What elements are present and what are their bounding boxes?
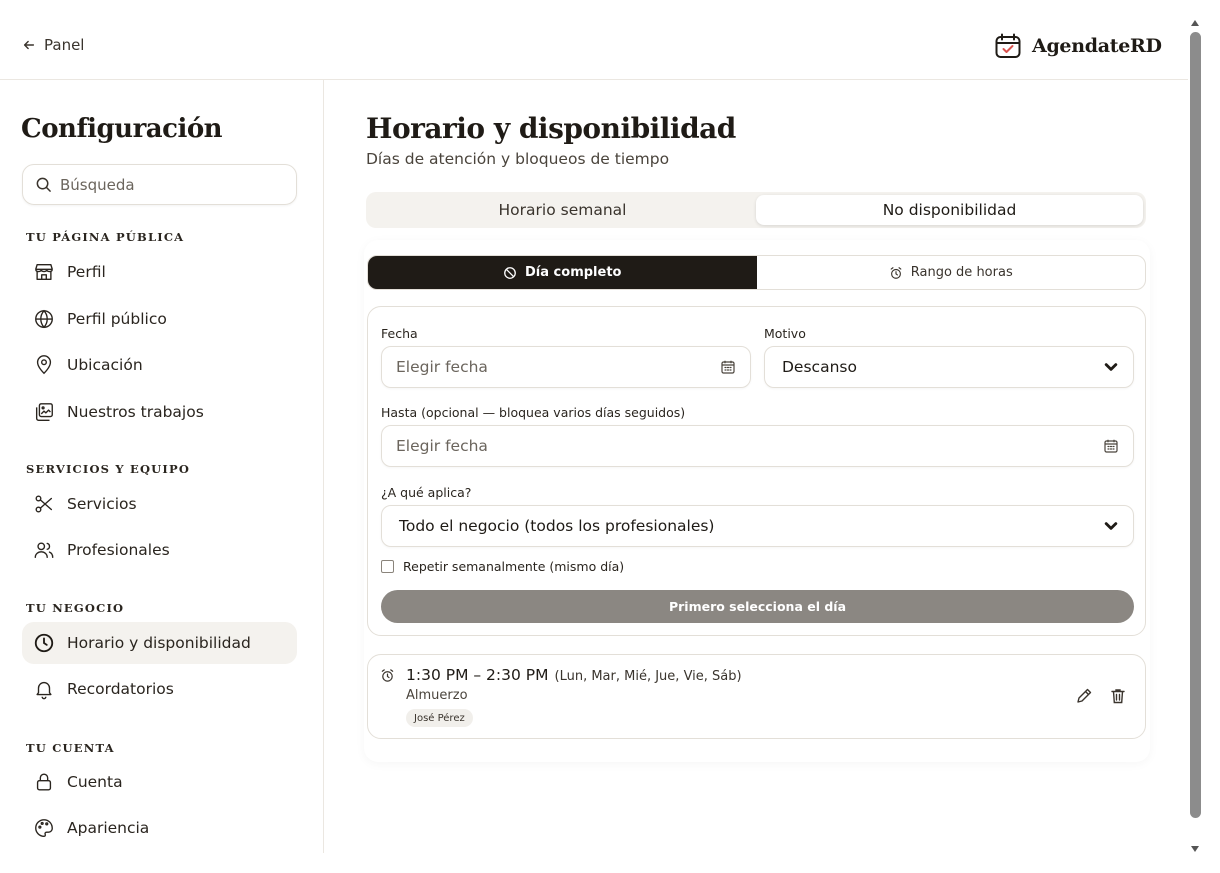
applies-label: ¿A qué aplica? (381, 485, 472, 500)
until-label: Hasta (opcional — bloquea varios días se… (381, 405, 686, 420)
store-icon (35, 263, 53, 281)
repeat-weekly-row[interactable]: Repetir semanalmente (mismo día) (381, 559, 624, 574)
top-bar: Panel AgendateRD (0, 0, 1188, 80)
map-pin-icon (36, 355, 52, 375)
sidebar-item-nuestros-trabajos[interactable]: Nuestros trabajos (22, 391, 297, 433)
brand-logo[interactable]: AgendateRD (994, 32, 1162, 60)
alarm-icon (890, 266, 902, 279)
sidebar-item-perfil[interactable]: Perfil (22, 251, 297, 293)
entry-time: 1:30 PM – 2:30 PM (406, 666, 549, 684)
mode-label: Día completo (525, 265, 622, 280)
bell-icon (36, 681, 52, 700)
tab-no-disponibilidad[interactable]: No disponibilidad (756, 195, 1143, 225)
entry-time-range: 1:30 PM – 2:30 PM (Lun, Mar, Mié, Jue, V… (406, 666, 742, 684)
entry-reason: Almuerzo (406, 688, 468, 703)
back-label: Panel (44, 36, 85, 54)
search-input[interactable] (60, 175, 280, 194)
tab-horario-semanal[interactable]: Horario semanal (369, 195, 756, 225)
ban-icon (504, 266, 516, 279)
section-label-business: Tu negocio (26, 601, 125, 615)
scissors-icon (35, 495, 53, 513)
section-label-services: Servicios y equipo (26, 462, 191, 476)
calendar-icon (1104, 439, 1118, 453)
search-icon (36, 177, 51, 192)
page-subtitle: Días de atención y bloqueos de tiempo (366, 150, 670, 168)
sidebar-item-label: Perfil (67, 263, 106, 281)
brand-name: AgendateRD (1032, 35, 1162, 57)
sidebar-item-label: Servicios (67, 495, 137, 513)
users-icon (34, 542, 54, 559)
block-mode-toggle: Día completo Rango de horas (367, 255, 1146, 290)
sidebar-item-label: Horario y disponibilidad (67, 634, 251, 652)
edit-pencil-icon[interactable] (1075, 687, 1093, 705)
applies-value: Todo el negocio (todos los profesionales… (399, 517, 715, 535)
submit-block-button[interactable]: Primero selecciona el día (381, 590, 1134, 623)
tab-bar: Horario semanal No disponibilidad (366, 192, 1146, 228)
clock-icon (34, 633, 54, 653)
settings-sidebar: Configuración Tu página pública Perfil P… (0, 80, 324, 853)
sidebar-item-label: Apariencia (67, 819, 150, 837)
applies-select[interactable]: Todo el negocio (todos los profesionales… (381, 505, 1134, 547)
mode-full-day-button[interactable]: Día completo (368, 256, 757, 289)
sidebar-title: Configuración (21, 114, 223, 144)
date-field[interactable]: Elegir fecha (381, 346, 751, 388)
date-placeholder: Elegir fecha (396, 358, 488, 376)
calendar-icon (721, 360, 735, 374)
trash-icon[interactable] (1109, 687, 1127, 705)
entry-days: (Lun, Mar, Mié, Jue, Vie, Sáb) (554, 669, 742, 684)
page-title: Horario y disponibilidad (366, 112, 736, 145)
sidebar-item-label: Ubicación (67, 356, 143, 374)
scrollbar-thumb[interactable] (1190, 32, 1201, 818)
sidebar-item-label: Nuestros trabajos (67, 403, 204, 421)
chevron-down-icon (1104, 363, 1118, 371)
sidebar-item-profesionales[interactable]: Profesionales (22, 529, 297, 571)
reason-value: Descanso (782, 358, 857, 376)
gallery-icon (35, 403, 53, 421)
sidebar-item-recordatorios[interactable]: Recordatorios (22, 668, 297, 710)
repeat-weekly-label: Repetir semanalmente (mismo día) (403, 559, 625, 574)
lock-icon (36, 773, 52, 791)
sidebar-item-label: Profesionales (67, 541, 170, 559)
sidebar-item-label: Cuenta (67, 773, 123, 791)
repeat-weekly-checkbox[interactable] (381, 560, 394, 573)
sidebar-item-label: Perfil público (67, 310, 167, 328)
section-label-account: Tu cuenta (26, 741, 115, 755)
entry-actions (1075, 687, 1127, 705)
date-label: Fecha (381, 326, 418, 341)
scroll-up-arrow[interactable] (1191, 20, 1199, 26)
scroll-down-arrow[interactable] (1191, 846, 1199, 852)
until-placeholder: Elegir fecha (396, 437, 488, 455)
sidebar-item-apariencia[interactable]: Apariencia (22, 807, 297, 849)
sidebar-item-label: Recordatorios (67, 680, 174, 698)
entry-professional-badge: José Pérez (406, 709, 473, 727)
globe-icon (35, 309, 53, 329)
back-to-panel-link[interactable]: Panel (22, 36, 84, 54)
sidebar-item-perfil-publico[interactable]: Perfil público (22, 298, 297, 340)
sidebar-item-servicios[interactable]: Servicios (22, 483, 297, 525)
main-content: Horario y disponibilidad Días de atenció… (324, 80, 1188, 873)
mode-label: Rango de horas (910, 265, 1013, 280)
reason-select[interactable]: Descanso (764, 346, 1134, 388)
arrow-left-icon (23, 40, 35, 50)
palette-icon (35, 819, 53, 837)
chevron-down-icon (1104, 522, 1118, 530)
sidebar-item-ubicacion[interactable]: Ubicación (22, 344, 297, 386)
alarm-icon (381, 669, 394, 682)
sidebar-item-horario[interactable]: Horario y disponibilidad (22, 622, 297, 664)
until-date-field[interactable]: Elegir fecha (381, 425, 1134, 467)
block-form: Fecha Elegir fecha Motivo Descanso Hasta… (367, 306, 1146, 636)
search-box[interactable] (22, 164, 297, 205)
section-label-public-page: Tu página pública (26, 230, 185, 244)
reason-label: Motivo (764, 326, 806, 341)
unavailability-entry: 1:30 PM – 2:30 PM (Lun, Mar, Mié, Jue, V… (367, 654, 1146, 739)
sidebar-item-cuenta[interactable]: Cuenta (22, 761, 297, 803)
mode-time-range-button[interactable]: Rango de horas (757, 256, 1146, 289)
calendar-check-icon (995, 33, 1021, 58)
